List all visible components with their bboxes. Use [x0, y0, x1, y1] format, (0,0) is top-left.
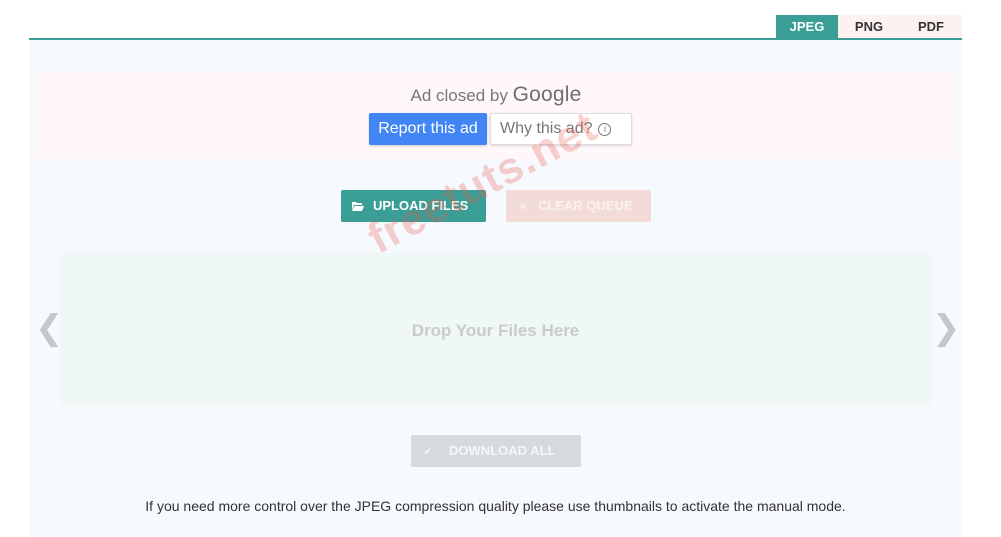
info-icon: i	[598, 123, 612, 136]
upload-files-button[interactable]: UPLOAD FILES	[341, 190, 486, 222]
why-this-ad-button[interactable]: Why this ad? i	[490, 113, 632, 145]
tab-png[interactable]: PNG	[838, 15, 900, 38]
file-drop-zone[interactable]: Drop Your Files Here	[60, 253, 931, 405]
close-icon: ✕	[518, 201, 528, 213]
drop-zone-text: Drop Your Files Here	[411, 321, 580, 340]
format-tabs: JPEG PNG PDF	[776, 15, 962, 38]
clear-queue-button[interactable]: ✕ CLEAR QUEUE	[506, 190, 651, 222]
download-all-button[interactable]: ✔ DOWNLOAD ALL	[411, 435, 581, 467]
page: JPEG PNG PDF Ad closed by Google Report …	[0, 0, 1001, 537]
manual-mode-note: If you need more control over the JPEG c…	[145, 498, 846, 514]
checkmark-icon: ✔	[423, 446, 433, 458]
ad-closed-line: Ad closed by Google	[35, 83, 957, 107]
download-all-label: DOWNLOAD ALL	[449, 443, 556, 458]
chevron-right-icon[interactable]: ❯	[932, 308, 961, 348]
chevron-left-icon[interactable]: ❮	[35, 308, 64, 348]
tab-pdf[interactable]: PDF	[900, 15, 962, 38]
report-ad-button[interactable]: Report this ad	[369, 113, 487, 145]
tab-jpeg[interactable]: JPEG	[776, 15, 838, 38]
converter-panel: Ad closed by Google Report this ad Why t…	[29, 40, 962, 537]
ad-closed-text: Ad closed by	[410, 86, 508, 105]
upload-files-label: UPLOAD FILES	[373, 198, 469, 213]
google-logo-text: Google	[512, 83, 582, 106]
why-this-ad-label: Why this ad?	[500, 120, 593, 137]
clear-queue-label: CLEAR QUEUE	[538, 198, 633, 213]
ad-closed-banner: Ad closed by Google Report this ad Why t…	[35, 71, 957, 159]
folder-open-icon	[351, 191, 365, 223]
